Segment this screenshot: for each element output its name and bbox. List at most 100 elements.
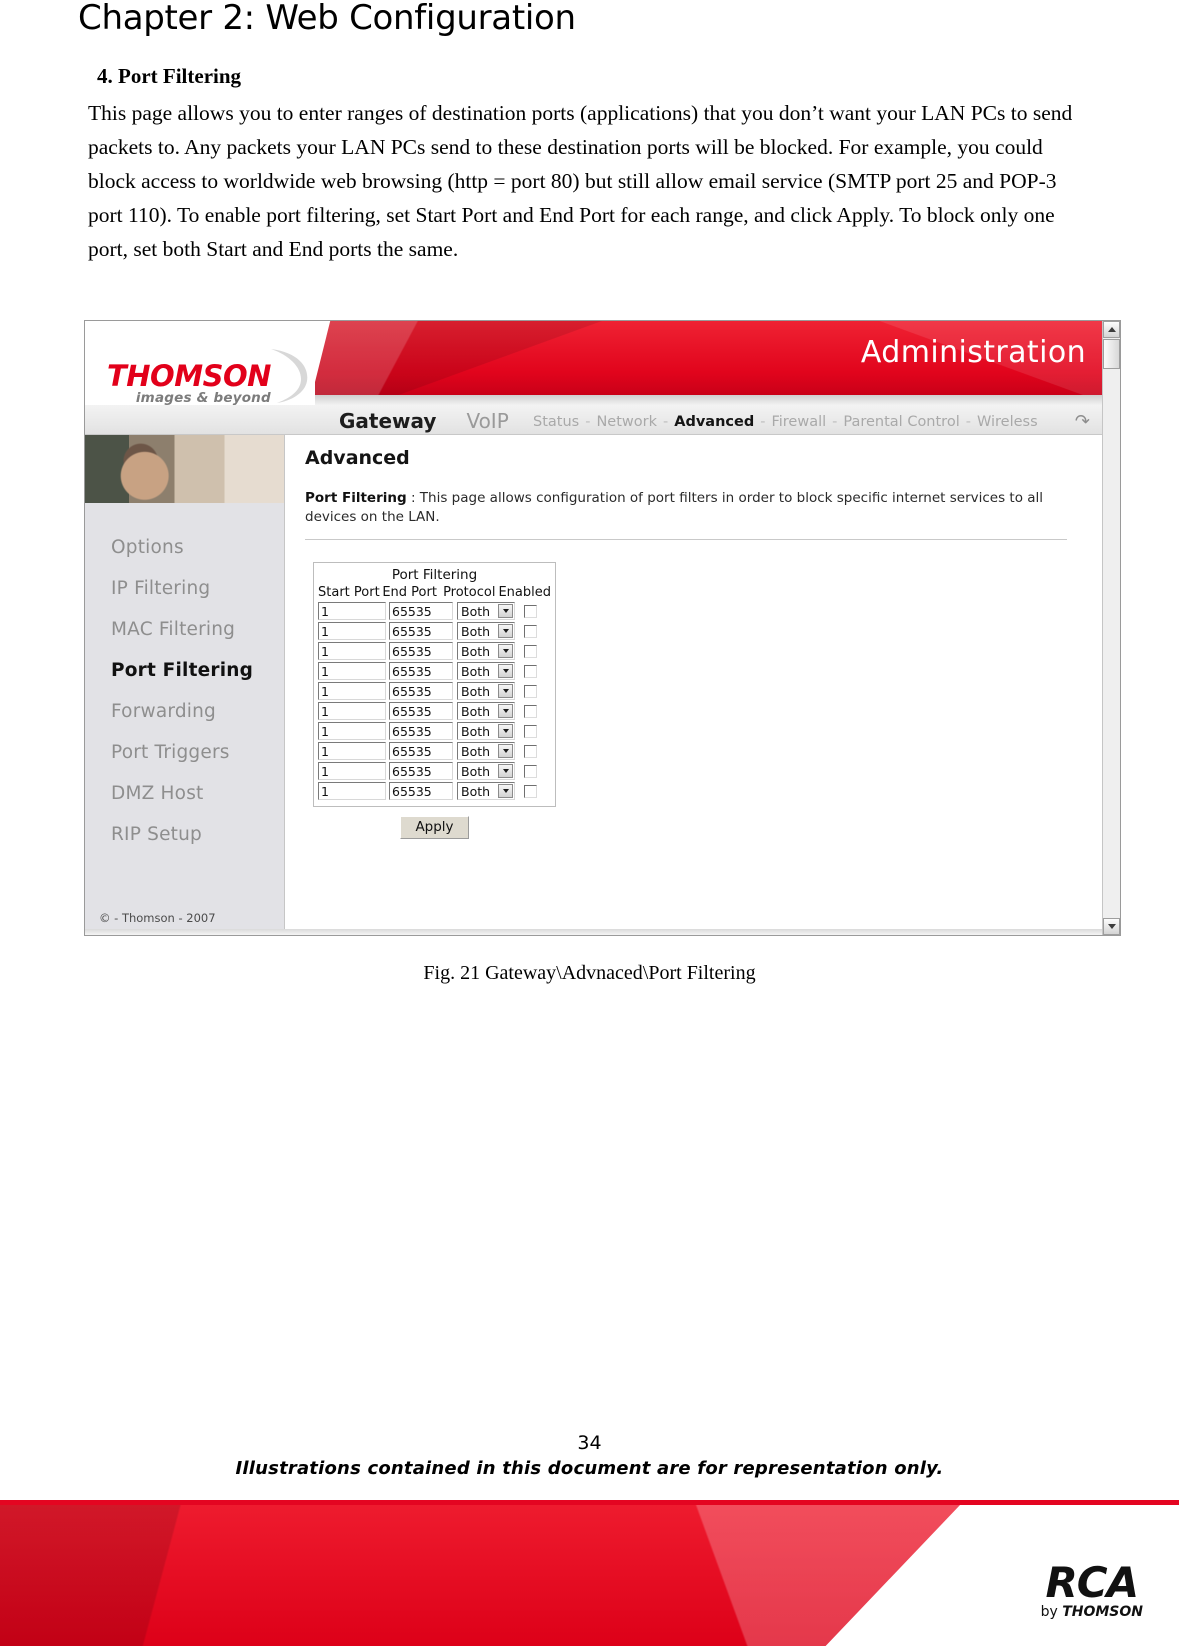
protocol-select-value: Both	[461, 743, 491, 759]
nav-advanced[interactable]: Advanced	[674, 414, 754, 430]
chevron-down-icon[interactable]	[498, 764, 513, 778]
table-row: 1 65535 Both	[318, 762, 551, 780]
footer-red-shape	[0, 1505, 960, 1646]
chevron-down-icon[interactable]	[498, 624, 513, 638]
end-port-input[interactable]: 65535	[389, 722, 453, 740]
start-port-input[interactable]: 1	[318, 642, 386, 660]
start-port-input[interactable]: 1	[318, 782, 386, 800]
chevron-down-icon[interactable]	[498, 664, 513, 678]
nav-wireless[interactable]: Wireless	[977, 414, 1038, 430]
table-header-row: Start Port End Port Protocol Enabled	[318, 585, 551, 600]
protocol-select[interactable]: Both	[457, 702, 515, 720]
protocol-select-value: Both	[461, 643, 491, 659]
enabled-checkbox[interactable]	[524, 764, 537, 778]
sidebar-item-mac-filtering[interactable]: MAC Filtering	[85, 609, 284, 650]
enabled-checkbox[interactable]	[524, 744, 537, 758]
protocol-select[interactable]: Both	[457, 642, 515, 660]
enabled-checkbox[interactable]	[524, 724, 537, 738]
protocol-select-value: Both	[461, 783, 491, 799]
sidebar-item-port-triggers[interactable]: Port Triggers	[85, 732, 284, 773]
swoosh-icon	[271, 349, 308, 403]
chevron-down-icon[interactable]	[498, 704, 513, 718]
protocol-select[interactable]: Both	[457, 682, 515, 700]
enabled-checkbox[interactable]	[524, 664, 537, 678]
sidebar-item-dmz-host[interactable]: DMZ Host	[85, 773, 284, 814]
nav-status[interactable]: Status	[533, 414, 579, 430]
end-port-input[interactable]: 65535	[389, 622, 453, 640]
end-port-input[interactable]: 65535	[389, 762, 453, 780]
start-port-input[interactable]: 1	[318, 622, 386, 640]
content-area: Advanced Port Filtering : This page allo…	[285, 435, 1102, 935]
protocol-select[interactable]: Both	[457, 762, 515, 780]
protocol-select-value: Both	[461, 663, 491, 679]
nav-separator: -	[760, 414, 766, 430]
refresh-icon[interactable]: ↷	[1075, 411, 1090, 432]
protocol-select[interactable]: Both	[457, 662, 515, 680]
nav-gateway[interactable]: Gateway	[339, 409, 436, 433]
sidebar-photo	[85, 435, 284, 503]
secondary-nav: Status - Network - Advanced - Firewall -…	[533, 414, 1038, 430]
end-port-input[interactable]: 65535	[389, 742, 453, 760]
horizontal-scrollbar[interactable]	[85, 929, 1102, 935]
end-port-input[interactable]: 65535	[389, 642, 453, 660]
protocol-select[interactable]: Both	[457, 742, 515, 760]
sidebar: Options IP Filtering MAC Filtering Port …	[85, 435, 285, 935]
chevron-down-icon[interactable]	[498, 604, 513, 618]
content-description: Port Filtering : This page allows config…	[305, 489, 1085, 527]
scrollbar-thumb[interactable]	[1103, 339, 1120, 369]
chevron-down-icon[interactable]	[498, 784, 513, 798]
end-port-input[interactable]: 65535	[389, 682, 453, 700]
chevron-down-icon[interactable]	[498, 724, 513, 738]
sidebar-item-port-filtering[interactable]: Port Filtering	[85, 650, 284, 691]
column-header-end-port: End Port	[382, 585, 437, 600]
enabled-checkbox[interactable]	[524, 604, 537, 618]
sidebar-item-forwarding[interactable]: Forwarding	[85, 691, 284, 732]
chevron-down-icon[interactable]	[498, 684, 513, 698]
start-port-input[interactable]: 1	[318, 742, 386, 760]
footer-band: RCA by THOMSON	[0, 1500, 1179, 1646]
content-heading: Advanced	[305, 447, 410, 469]
protocol-select-value: Both	[461, 683, 491, 699]
enabled-checkbox[interactable]	[524, 644, 537, 658]
vertical-scrollbar[interactable]	[1102, 321, 1120, 935]
nav-firewall[interactable]: Firewall	[771, 414, 826, 430]
table-row: 1 65535 Both	[318, 702, 551, 720]
enabled-checkbox[interactable]	[524, 684, 537, 698]
start-port-input[interactable]: 1	[318, 662, 386, 680]
chevron-down-icon[interactable]	[498, 744, 513, 758]
router-admin-screenshot: Administration THOMSON images & beyond G…	[84, 320, 1121, 936]
sidebar-item-rip-setup[interactable]: RIP Setup	[85, 814, 284, 855]
enabled-checkbox[interactable]	[524, 784, 537, 798]
router-page-body: Options IP Filtering MAC Filtering Port …	[85, 435, 1102, 935]
table-row: 1 65535 Both	[318, 642, 551, 660]
footer-red-line	[0, 1500, 1179, 1505]
rca-logo: RCA by THOMSON	[1041, 1562, 1143, 1621]
end-port-input[interactable]: 65535	[389, 602, 453, 620]
body-paragraph: This page allows you to enter ranges of …	[88, 101, 1073, 261]
start-port-input[interactable]: 1	[318, 602, 386, 620]
protocol-select[interactable]: Both	[457, 602, 515, 620]
enabled-checkbox[interactable]	[524, 624, 537, 638]
chevron-down-icon[interactable]	[498, 644, 513, 658]
sidebar-item-options[interactable]: Options	[85, 527, 284, 568]
nav-parental-control[interactable]: Parental Control	[843, 414, 959, 430]
protocol-select[interactable]: Both	[457, 722, 515, 740]
start-port-input[interactable]: 1	[318, 702, 386, 720]
protocol-select[interactable]: Both	[457, 782, 515, 800]
scroll-up-button[interactable]	[1103, 321, 1120, 338]
end-port-input[interactable]: 65535	[389, 782, 453, 800]
end-port-input[interactable]: 65535	[389, 662, 453, 680]
scroll-down-button[interactable]	[1103, 918, 1120, 935]
protocol-select-value: Both	[461, 603, 491, 619]
end-port-input[interactable]: 65535	[389, 702, 453, 720]
protocol-select[interactable]: Both	[457, 622, 515, 640]
enabled-checkbox[interactable]	[524, 704, 537, 718]
sidebar-item-ip-filtering[interactable]: IP Filtering	[85, 568, 284, 609]
triangle-up-icon	[1107, 327, 1116, 332]
nav-voip[interactable]: VoIP	[466, 409, 508, 433]
nav-network[interactable]: Network	[596, 414, 657, 430]
apply-button[interactable]: Apply	[400, 816, 469, 839]
start-port-input[interactable]: 1	[318, 762, 386, 780]
start-port-input[interactable]: 1	[318, 682, 386, 700]
start-port-input[interactable]: 1	[318, 722, 386, 740]
